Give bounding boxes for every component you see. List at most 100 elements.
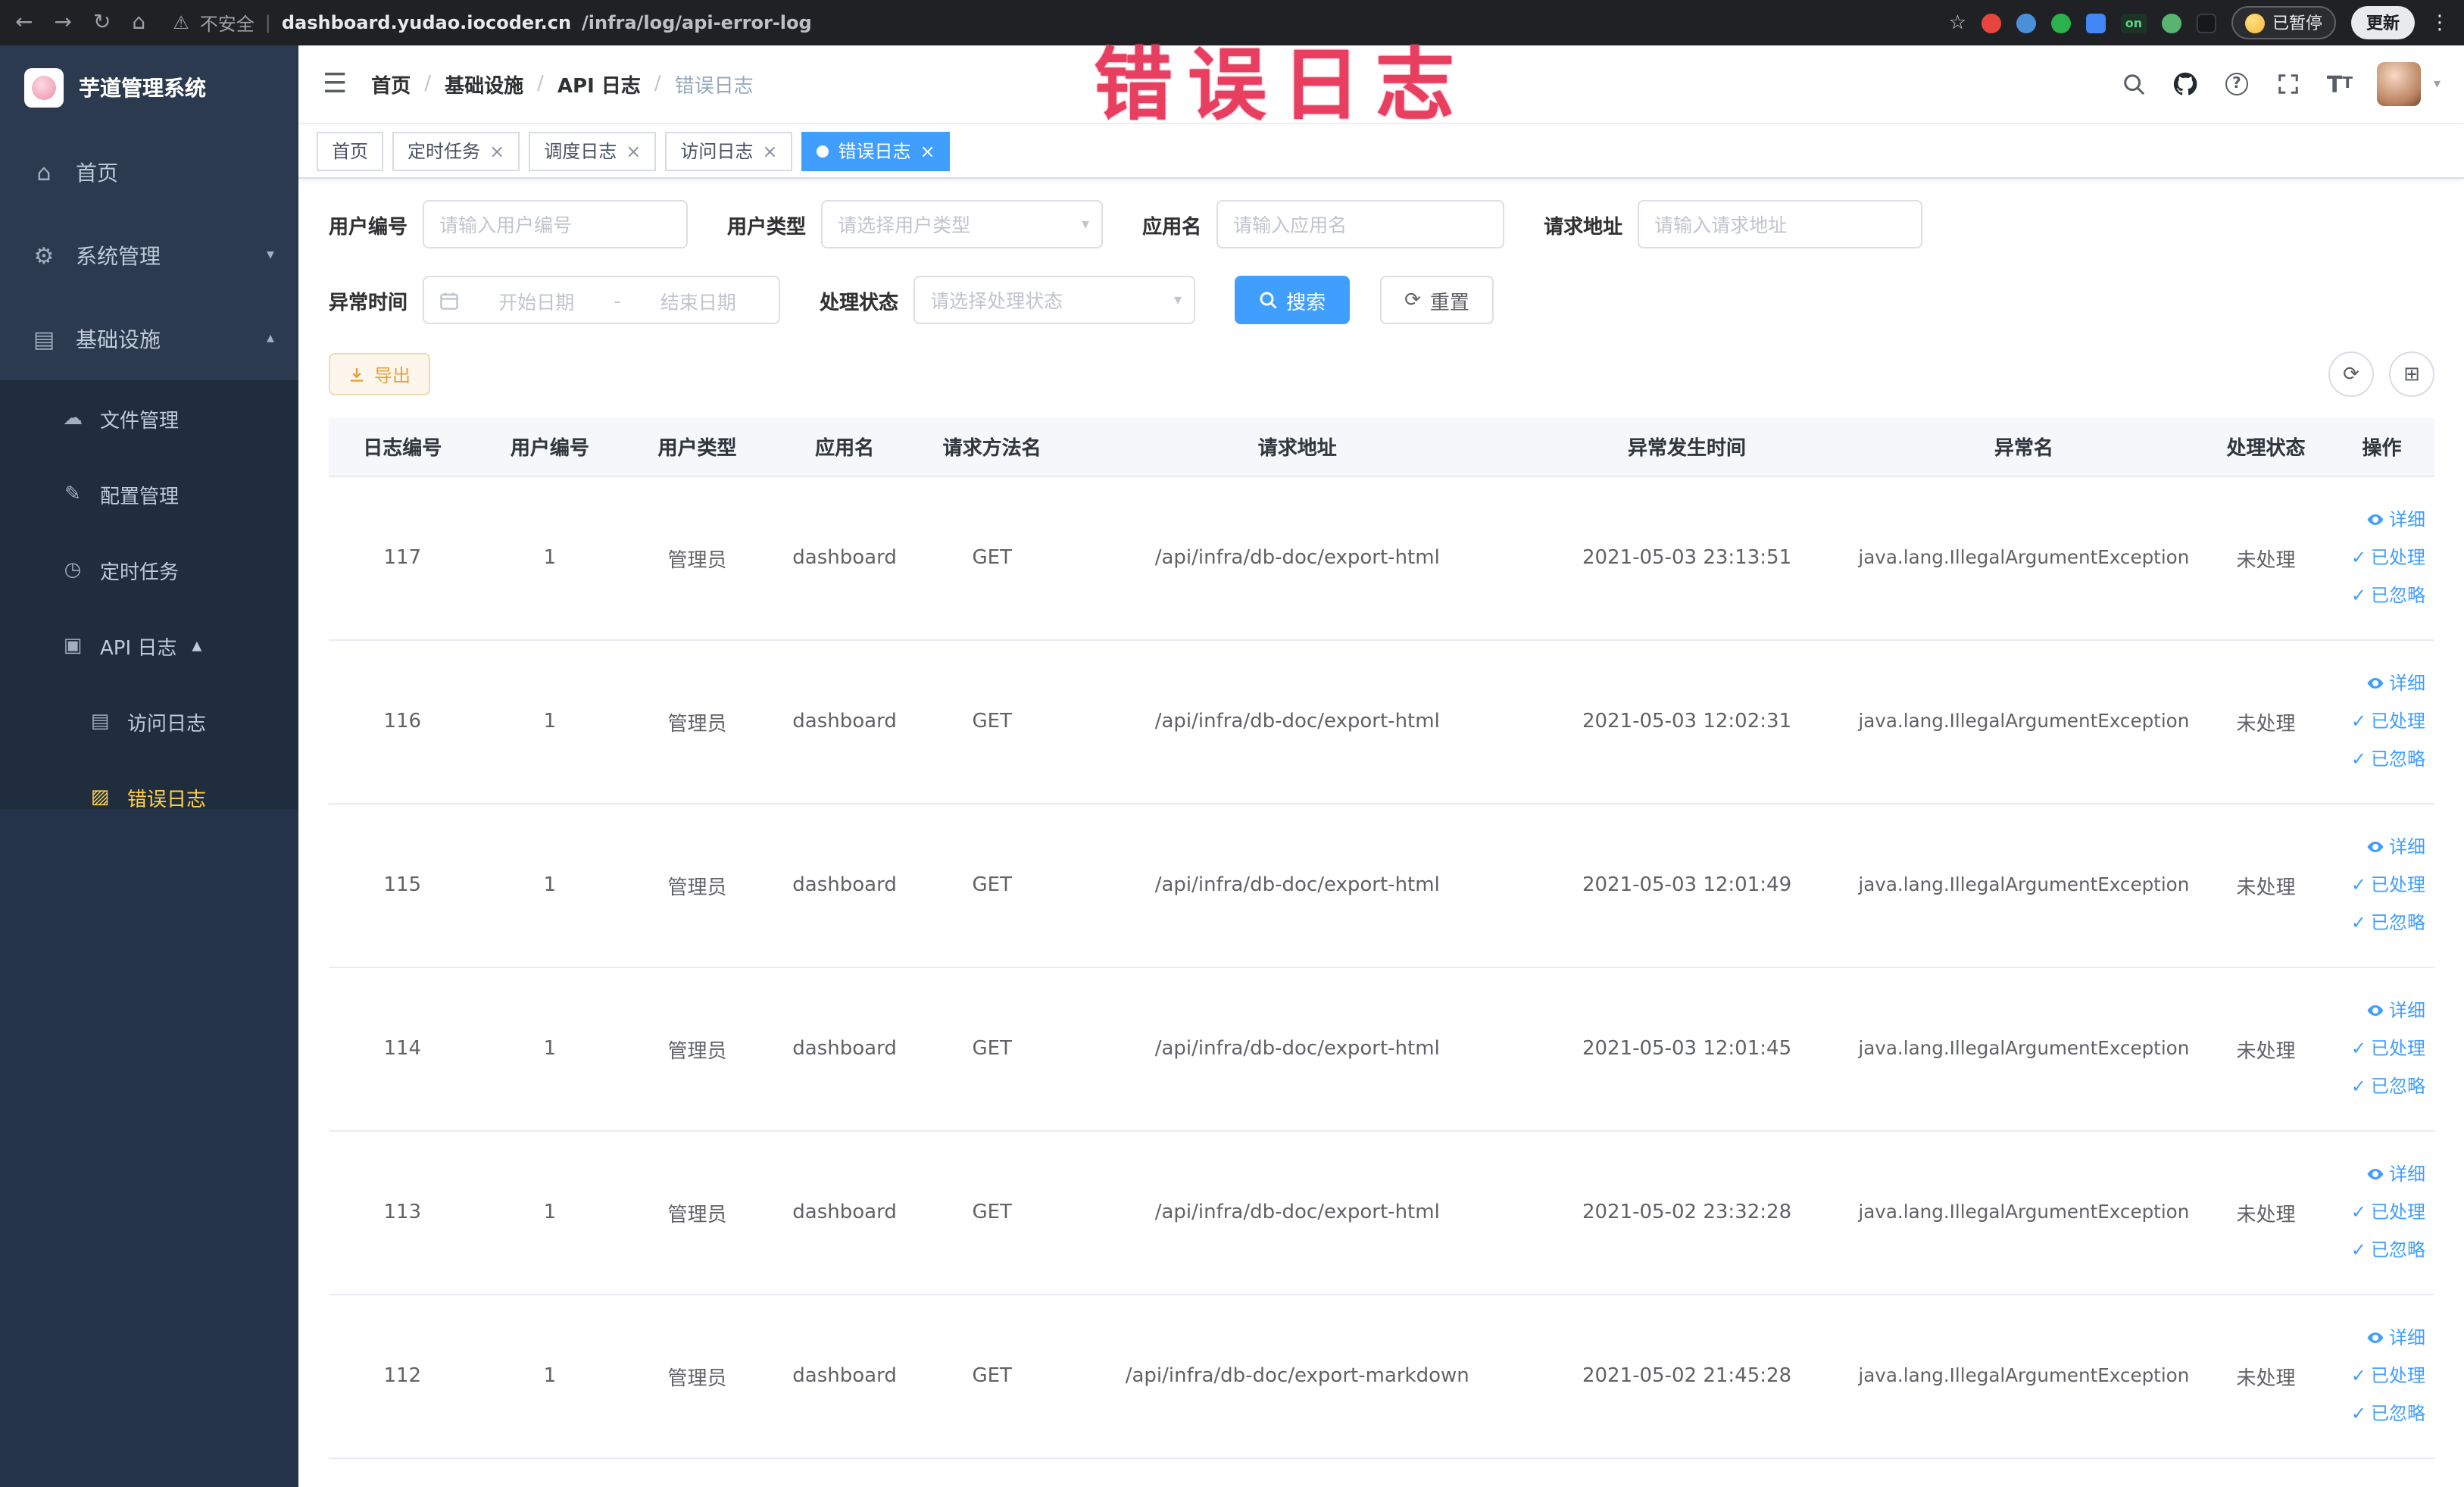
table-body: 117 1 管理员 dashboard GET /api/infra/db-do… (329, 476, 2434, 1458)
help-icon[interactable]: ? (2223, 70, 2250, 98)
detail-link-label: 详细 (2388, 672, 2425, 693)
back-icon[interactable]: ← (15, 11, 33, 35)
security-label[interactable]: 不安全 (200, 10, 255, 36)
search-button[interactable]: 搜索 (1235, 276, 1351, 324)
avatar-caret-icon[interactable]: ▾ (2434, 77, 2441, 92)
check-icon: ✓ (2350, 1402, 2366, 1423)
close-icon[interactable]: × (489, 140, 504, 161)
tab-home[interactable]: 首页 (317, 131, 384, 170)
close-icon[interactable]: × (626, 140, 641, 161)
app-name-input[interactable] (1216, 200, 1505, 248)
check-icon: ✓ (2350, 710, 2366, 731)
cell-user-id: 1 (476, 476, 624, 640)
tab-scheduled-jobs[interactable]: 定时任务 × (392, 131, 520, 170)
sidebar-item-home[interactable]: ⌂ 首页 (0, 130, 298, 214)
sidebar-item-error-log[interactable]: ▨ 错误日志 (0, 759, 298, 809)
processed-link-label: 已处理 (2370, 873, 2425, 895)
browser-menu-icon[interactable]: ⋮ (2430, 11, 2450, 34)
mark-ignored-link[interactable]: ✓ 已忽略 (2329, 1395, 2425, 1432)
col-header-user-type: 用户类型 (623, 418, 771, 476)
extension-icon-paw[interactable] (2197, 13, 2216, 33)
breadcrumb-infra[interactable]: 基础设施 (445, 70, 523, 98)
sidebar-item-infrastructure[interactable]: ▤ 基础设施 ▴ (0, 297, 298, 380)
request-url-input[interactable] (1638, 200, 1923, 248)
status-select[interactable] (913, 276, 1196, 324)
check-icon: ✓ (2350, 1239, 2366, 1260)
export-button[interactable]: 导出 (329, 353, 431, 395)
table-tools: ⟳ ⊞ (2328, 351, 2434, 397)
mark-processed-link[interactable]: ✓ 已处理 (2329, 1193, 2425, 1231)
mark-processed-link[interactable]: ✓ 已处理 (2329, 1029, 2425, 1067)
detail-link[interactable]: 详细 (2329, 501, 2425, 539)
cell-log-id: 112 (329, 1294, 476, 1458)
breadcrumb-home[interactable]: 首页 (371, 70, 411, 98)
breadcrumb-api-log[interactable]: API 日志 (557, 70, 641, 98)
mark-processed-link[interactable]: ✓ 已处理 (2329, 1357, 2425, 1395)
hamburger-icon[interactable]: ☰ (323, 68, 347, 100)
mark-ignored-link[interactable]: ✓ 已忽略 (2329, 904, 2425, 942)
detail-link[interactable]: 详细 (2329, 992, 2425, 1029)
gear-icon: ⚙ (33, 242, 55, 269)
user-avatar[interactable] (2377, 62, 2422, 106)
sidebar-menu: ⌂ 首页 ⚙ 系统管理 ▾ ▤ 基础设施 ▴ ☁ 文件管理 ✎ 配置管理 ◷ 定… (0, 130, 298, 809)
update-button[interactable]: 更新 (2351, 6, 2415, 39)
filter-user-type: 用户类型 ▾ (727, 200, 1104, 248)
sidebar-item-system-mgmt[interactable]: ⚙ 系统管理 ▾ (0, 214, 298, 297)
sidebar-item-label: 系统管理 (76, 245, 161, 269)
close-icon[interactable]: × (762, 140, 777, 161)
font-size-icon[interactable]: TT (2326, 70, 2353, 98)
filter-row-1: 用户编号 用户类型 ▾ 应用名 请 (329, 200, 2434, 248)
refresh-button[interactable]: ⟳ (2328, 351, 2374, 397)
cell-actions: 详细 ✓ 已处理 ✓ 已忽略 (2328, 1130, 2434, 1295)
extension-icon-green[interactable] (2051, 13, 2071, 33)
tab-error-log[interactable]: 错误日志 × (801, 131, 951, 170)
tab-access-log[interactable]: 访问日志 × (665, 131, 793, 170)
paused-chip[interactable]: 已暂停 (2231, 6, 2336, 39)
cell-user-type: 管理员 (623, 639, 771, 804)
sidebar-item-scheduled-jobs[interactable]: ◷ 定时任务 (0, 532, 298, 608)
search-icon[interactable] (2120, 70, 2147, 98)
extension-icon-red[interactable] (1982, 13, 2001, 33)
cell-actions: 详细 ✓ 已处理 ✓ 已忽略 (2328, 967, 2434, 1131)
column-settings-button[interactable]: ⊞ (2389, 351, 2434, 397)
sidebar-item-config-mgmt[interactable]: ✎ 配置管理 (0, 456, 298, 532)
mark-processed-link[interactable]: ✓ 已处理 (2329, 702, 2425, 740)
reset-button[interactable]: ⟳ 重置 (1380, 276, 1494, 324)
user-type-select[interactable] (821, 200, 1104, 248)
detail-link[interactable]: 详细 (2329, 1155, 2425, 1193)
forward-icon[interactable]: → (54, 11, 71, 35)
cell-app-name: dashboard (770, 639, 919, 804)
extension-icon-on-badge[interactable]: on (2121, 13, 2147, 33)
date-range-picker[interactable]: 开始日期 - 结束日期 (423, 276, 781, 324)
detail-link[interactable]: 详细 (2329, 664, 2425, 702)
cell-log-id: 117 (329, 476, 476, 640)
col-header-status: 处理状态 (2203, 418, 2329, 476)
tab-dispatch-log[interactable]: 调度日志 × (529, 131, 657, 170)
mark-processed-link[interactable]: ✓ 已处理 (2329, 866, 2425, 904)
close-icon[interactable]: × (920, 140, 935, 161)
sidebar-item-access-log[interactable]: ▤ 访问日志 (0, 683, 298, 759)
detail-link[interactable]: 详细 (2329, 828, 2425, 866)
reload-icon[interactable]: ↻ (93, 11, 111, 35)
bookmark-star-icon[interactable]: ☆ (1949, 11, 1966, 34)
extension-icon-blue-drop[interactable] (2016, 13, 2036, 33)
sidebar-item-label: 配置管理 (100, 486, 180, 508)
mark-processed-link[interactable]: ✓ 已处理 (2329, 539, 2425, 576)
check-icon: ✓ (2350, 1075, 2366, 1096)
extension-icon-blue-grid[interactable] (2086, 13, 2106, 33)
home-icon[interactable]: ⌂ (132, 11, 145, 35)
mark-ignored-link[interactable]: ✓ 已忽略 (2329, 1231, 2425, 1269)
sidebar-item-file-mgmt[interactable]: ☁ 文件管理 (0, 380, 298, 456)
user-id-input[interactable] (423, 200, 689, 248)
mark-ignored-link[interactable]: ✓ 已忽略 (2329, 576, 2425, 614)
processed-link-label: 已处理 (2370, 1364, 2425, 1385)
detail-link[interactable]: 详细 (2329, 1319, 2425, 1357)
mark-ignored-link[interactable]: ✓ 已忽略 (2329, 1067, 2425, 1105)
mark-ignored-link[interactable]: ✓ 已忽略 (2329, 740, 2425, 778)
github-icon[interactable] (2172, 70, 2199, 98)
extension-icon-leaf[interactable] (2162, 13, 2181, 33)
sidebar-item-api-log[interactable]: ▣ API 日志 ▴ (0, 608, 298, 683)
address-bar[interactable]: ⚠ 不安全 | dashboard.yudao.iocoder.cn /infr… (173, 10, 1949, 36)
fullscreen-icon[interactable] (2275, 70, 2302, 98)
check-icon: ✓ (2350, 873, 2366, 895)
